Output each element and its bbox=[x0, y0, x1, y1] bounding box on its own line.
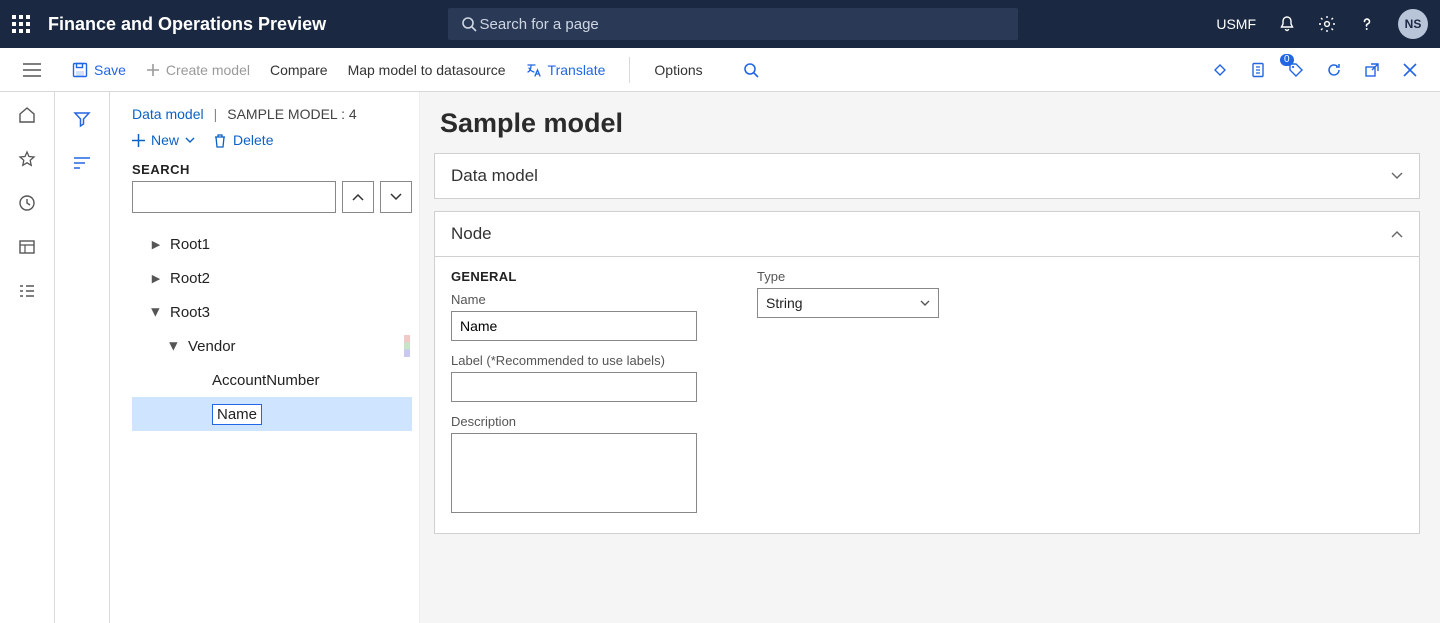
panel-data-model: Data model bbox=[434, 153, 1420, 199]
save-button[interactable]: Save bbox=[72, 62, 126, 78]
star-icon[interactable] bbox=[18, 150, 36, 168]
create-model-button[interactable]: Create model bbox=[146, 62, 250, 78]
drag-grip-icon[interactable] bbox=[404, 335, 410, 357]
compare-button[interactable]: Compare bbox=[270, 62, 328, 78]
tree-search-row bbox=[132, 181, 412, 213]
label-field[interactable] bbox=[451, 372, 697, 402]
create-model-label: Create model bbox=[166, 62, 250, 78]
close-icon[interactable] bbox=[1400, 60, 1420, 80]
compare-label: Compare bbox=[270, 62, 328, 78]
tag-icon[interactable]: 0 bbox=[1286, 60, 1306, 80]
tree-node-root2[interactable]: ▶ Root2 bbox=[132, 261, 412, 295]
chevron-down-icon bbox=[920, 300, 930, 306]
panel-node-body: GENERAL Name Label (*Recommended to use … bbox=[435, 256, 1419, 533]
app-launcher-icon[interactable] bbox=[12, 15, 30, 33]
delete-button[interactable]: Delete bbox=[213, 132, 273, 148]
tree-node-vendor[interactable]: ▶ Vendor bbox=[132, 329, 412, 363]
breadcrumb-datamodel-link[interactable]: Data model bbox=[132, 106, 204, 122]
tree-node-accountnumber[interactable]: AccountNumber bbox=[132, 363, 412, 397]
breadcrumb-current: SAMPLE MODEL : 4 bbox=[227, 106, 356, 122]
command-bar-right: 0 bbox=[1210, 60, 1430, 80]
chevron-up-icon bbox=[1391, 230, 1403, 238]
label-field-label: Label (*Recommended to use labels) bbox=[451, 353, 697, 368]
caret-right-icon: ▶ bbox=[150, 272, 162, 285]
tree-toolbar: New Delete bbox=[132, 132, 412, 148]
nav-burger-icon[interactable] bbox=[10, 63, 54, 77]
tag-badge: 0 bbox=[1280, 54, 1294, 66]
top-nav: Finance and Operations Preview USMF NS bbox=[0, 0, 1440, 48]
popout-icon[interactable] bbox=[1362, 60, 1382, 80]
translate-button[interactable]: Translate bbox=[526, 62, 606, 78]
caret-right-icon: ▶ bbox=[150, 238, 162, 251]
translate-label: Translate bbox=[548, 62, 606, 78]
caret-down-icon: ▶ bbox=[168, 340, 181, 352]
tree: ▶ Root1 ▶ Root2 ▶ Root3 ▶ Vendor Account… bbox=[132, 227, 412, 431]
map-model-label: Map model to datasource bbox=[348, 62, 506, 78]
name-field-label: Name bbox=[451, 292, 697, 307]
help-icon[interactable] bbox=[1358, 15, 1376, 33]
options-button[interactable]: Options bbox=[654, 62, 702, 78]
tree-search-input[interactable] bbox=[132, 181, 336, 213]
type-select-value: String bbox=[766, 295, 803, 311]
breadcrumb: Data model | SAMPLE MODEL : 4 bbox=[132, 106, 412, 122]
tree-node-root1[interactable]: ▶ Root1 bbox=[132, 227, 412, 261]
refresh-icon[interactable] bbox=[1324, 60, 1344, 80]
breadcrumb-separator: | bbox=[214, 106, 218, 122]
panel-node-title: Node bbox=[451, 224, 492, 244]
global-search[interactable] bbox=[448, 8, 1018, 40]
command-bar: Save Create model Compare Map model to d… bbox=[0, 48, 1440, 92]
options-label: Options bbox=[654, 62, 702, 78]
company-indicator[interactable]: USMF bbox=[1216, 16, 1256, 32]
app-title: Finance and Operations Preview bbox=[48, 14, 326, 35]
new-button[interactable]: New bbox=[132, 132, 195, 148]
user-avatar[interactable]: NS bbox=[1398, 9, 1428, 39]
chevron-down-icon bbox=[185, 137, 195, 143]
main: Data model | SAMPLE MODEL : 4 New Delete… bbox=[0, 92, 1440, 623]
caret-down-icon: ▶ bbox=[150, 306, 163, 318]
sort-icon[interactable] bbox=[73, 156, 91, 170]
recent-icon[interactable] bbox=[18, 194, 36, 212]
description-field[interactable] bbox=[451, 433, 697, 513]
home-icon[interactable] bbox=[18, 106, 36, 124]
type-field-label: Type bbox=[757, 269, 939, 284]
search-label: SEARCH bbox=[132, 162, 412, 177]
tree-column: Data model | SAMPLE MODEL : 4 New Delete… bbox=[110, 92, 420, 623]
page-title: Sample model bbox=[440, 108, 1420, 139]
nav-right: USMF NS bbox=[1216, 9, 1428, 39]
type-select[interactable]: String bbox=[757, 288, 939, 318]
chevron-down-icon bbox=[1391, 172, 1403, 180]
new-label: New bbox=[151, 132, 179, 148]
panel-data-model-header[interactable]: Data model bbox=[435, 154, 1419, 198]
tree-node-root3[interactable]: ▶ Root3 bbox=[132, 295, 412, 329]
global-search-input[interactable] bbox=[478, 15, 1007, 34]
search-icon bbox=[460, 15, 477, 33]
panel-data-model-title: Data model bbox=[451, 166, 538, 186]
panel-node: Node GENERAL Name Label (*Recommended to… bbox=[434, 211, 1420, 534]
map-model-button[interactable]: Map model to datasource bbox=[348, 62, 506, 78]
name-field[interactable] bbox=[451, 311, 697, 341]
search-prev-button[interactable] bbox=[342, 181, 374, 213]
modules-icon[interactable] bbox=[18, 282, 36, 300]
delete-label: Delete bbox=[233, 132, 273, 148]
panel-node-header[interactable]: Node bbox=[435, 212, 1419, 256]
bell-icon[interactable] bbox=[1278, 15, 1296, 33]
toolbar-search-button[interactable] bbox=[743, 62, 759, 78]
general-section-label: GENERAL bbox=[451, 269, 697, 284]
filter-column bbox=[55, 92, 110, 623]
gear-icon[interactable] bbox=[1318, 15, 1336, 33]
filter-icon[interactable] bbox=[73, 110, 91, 128]
tree-node-name[interactable]: Name bbox=[132, 397, 412, 431]
search-next-button[interactable] bbox=[380, 181, 412, 213]
description-field-label: Description bbox=[451, 414, 697, 429]
extension-icon[interactable] bbox=[1210, 60, 1230, 80]
document-icon[interactable] bbox=[1248, 60, 1268, 80]
save-label: Save bbox=[94, 62, 126, 78]
left-rail bbox=[0, 92, 55, 623]
workspace-icon[interactable] bbox=[18, 238, 36, 256]
content-area: Sample model Data model Node GENERAL Nam… bbox=[419, 92, 1440, 623]
